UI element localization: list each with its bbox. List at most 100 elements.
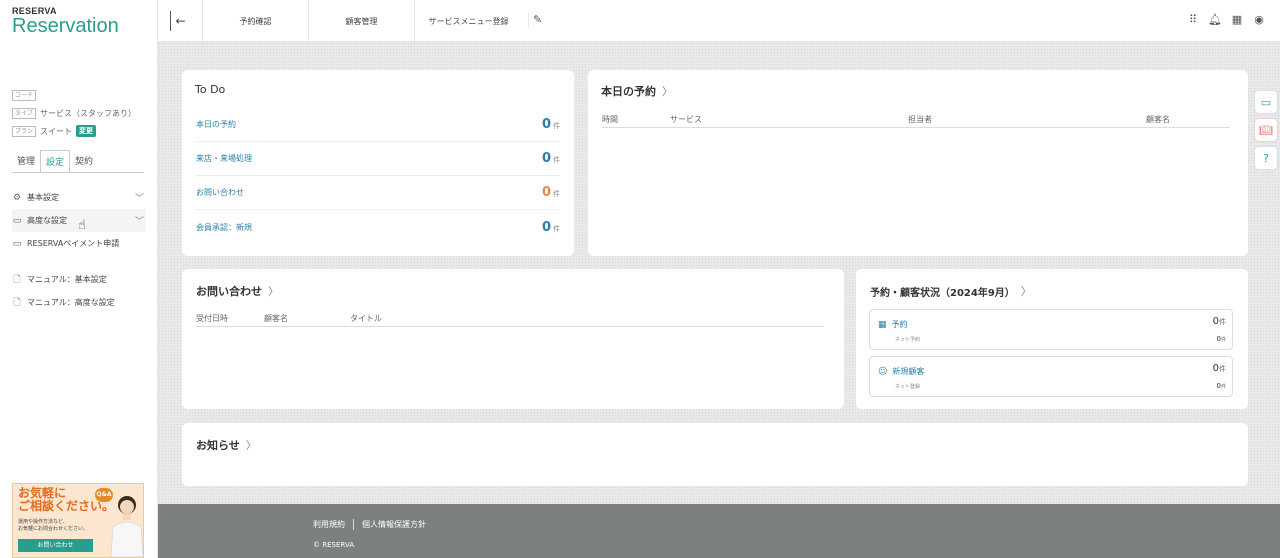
status-box-reservations[interactable]: ▦ 予約 ネット予約 0件 0件 [869,309,1233,350]
terms-link[interactable]: 利用規約 [313,519,345,530]
todo-row-today[interactable]: 本日の予約 0件 [196,108,560,142]
contact-button[interactable]: お問い合わせ [18,539,93,552]
nav-customers[interactable]: 顧客管理 [308,0,414,42]
sidebar-item-label: RESERVAペイメント申請 [27,239,120,248]
status-title-text: 予約・顧客状況（2024年9月） [870,287,1015,299]
copyright: © RESERVA [313,541,354,549]
col-title: タイトル [350,314,382,323]
status-value: 0件 [1212,316,1226,327]
gear-icon: ⚙ [12,192,22,203]
chevron-down-icon: ﹀ [134,217,144,227]
edit-icon[interactable]: ✎ [528,13,542,27]
footer: 利用規約 個人情報保護方針 © RESERVA [158,504,1280,558]
manual-menu: 🗋 マニュアル：基本設定 🗋 マニュアル：高度な設定 [12,268,146,314]
grid-icon[interactable]: ⠿ [1182,13,1204,26]
nav-service-menu[interactable]: サービスメニュー登録 [414,0,522,42]
topbar: ← 予約確認 顧客管理 サービスメニュー登録 ✎ ⠿ 🔔︎ ▦ ◉ [158,0,1280,42]
status-box-new-customers[interactable]: ☺ 新規顧客 ネット登録 0件 0件 [869,356,1233,397]
today-reservations-card: 本日の予約 〉 時間 サービス 担当者 顧客名 [588,70,1248,256]
inquiries-title[interactable]: お問い合わせ 〉 [196,283,279,299]
today-title[interactable]: 本日の予約 〉 [601,83,673,99]
banner-desc2: お気軽にお問合わせください。 [18,526,89,532]
sidebar-item-label: マニュアル：高度な設定 [27,298,115,307]
collapse-sidebar-button[interactable]: ← [170,11,190,31]
tab-contract[interactable]: 契約 [70,150,98,172]
building-icon[interactable]: ▦ [1226,13,1248,26]
brand-big: Reservation [12,15,119,37]
todo-label: 会員承認：新規 [196,222,252,232]
help-icon[interactable]: ? [1254,146,1278,170]
status-label: ☺ 新規顧客 [878,366,925,377]
card-icon: ▭ [12,238,22,249]
sidebar-item-manual-advanced[interactable]: 🗋 マニュアル：高度な設定 [12,291,146,314]
sidebar: RESERVA Reservation コード タイプ サービス（スタッフあり）… [0,0,158,558]
brand-logo[interactable]: RESERVA Reservation [12,6,119,36]
chevron-down-icon: ﹀ [134,194,144,204]
arrow-left-icon: ← [175,14,186,28]
status-sub-label: ネット予約 [895,337,921,343]
plan-tag: プラン [12,125,37,137]
news-title-text: お知らせ [196,439,240,452]
status-sub-value: 0件 [1216,335,1226,343]
bell-icon[interactable]: 🔔︎ [1204,13,1226,26]
support-banner[interactable]: お気軽に ご相談ください。 Q&A 運用や操作方法など、 お気軽にお問合わせくだ… [12,483,144,558]
type-tag: タイプ [12,107,37,119]
todo-row-visit[interactable]: 来店・来場処理 0件 [196,142,560,176]
chevron-right-icon: 〉 [1020,285,1032,298]
keyboard-icon: ▭ [12,215,22,226]
col-service: サービス [670,115,702,124]
user-icon[interactable]: ◉ [1248,13,1270,26]
sidebar-item-label: マニュアル：基本設定 [27,275,107,284]
document-icon: 🗋 [13,274,21,285]
todo-value: 0件 [541,117,560,132]
sidebar-item-basic-settings[interactable]: ⚙ 基本設定 ﹀ [12,186,146,209]
inquiries-title-text: お問い合わせ [196,285,262,298]
status-sub-value: 0件 [1216,382,1226,390]
privacy-link[interactable]: 個人情報保護方針 [353,519,426,530]
account-type-row: タイプ サービス（スタッフあり） [12,104,136,122]
todo-title: To Do [195,83,226,96]
chevron-right-icon: 〉 [245,439,257,452]
status-label: ▦ 予約 [878,319,908,330]
todo-row-inquiry[interactable]: お問い合わせ 0件 [196,176,560,210]
col-received: 受付日時 [196,314,228,323]
book-icon[interactable]: 📖︎ [1254,118,1278,142]
tab-manage[interactable]: 管理 [12,150,40,172]
nav-reservations[interactable]: 予約確認 [202,0,308,42]
todo-value: 0件 [541,219,560,235]
tab-settings[interactable]: 設定 [40,150,71,172]
sidebar-item-label: 高度な設定 [27,216,67,225]
sidebar-item-manual-basic[interactable]: 🗋 マニュアル：基本設定 [12,268,146,291]
todo-value: 0件 [541,151,560,166]
account-plan-row: プラン スイート 変更 [12,122,136,140]
plan-change-button[interactable]: 変更 [76,125,97,137]
inquiries-table-header: 受付日時 顧客名 タイトル [196,309,824,327]
top-icons: ⠿ 🔔︎ ▦ ◉ [1182,13,1270,26]
todo-row-member[interactable]: 会員承認：新規 0件 [196,210,560,244]
news-title[interactable]: お知らせ 〉 [196,437,257,453]
banner-description: 運用や操作方法など、 お気軽にお問合わせください。 [18,519,88,533]
footer-links: 利用規約 個人情報保護方針 [313,519,426,530]
hand-cursor-icon: ☝ [78,218,86,233]
banner-desc1: 運用や操作方法など、 [18,519,68,525]
chevron-right-icon: 〉 [268,285,279,298]
floating-side-icons: ▭ 📖︎ ? [1254,90,1280,174]
news-card: お知らせ 〉 [182,423,1248,486]
sidebar-item-label: 基本設定 [27,193,59,202]
todo-value: 0件 [541,185,560,200]
window-icon[interactable]: ▭ [1254,90,1278,114]
users-icon: ☺ [878,366,888,377]
banner-line2: ご相談ください。 [18,499,115,513]
account-info: コード タイプ サービス（スタッフあり） プラン スイート 変更 [12,86,136,140]
sidebar-item-payment[interactable]: ▭ RESERVAペイメント申請 [12,232,146,255]
top-nav: 予約確認 顧客管理 サービスメニュー登録 [202,0,522,42]
tabs-divider [12,172,144,173]
plan-value: スイート [40,126,73,136]
sidebar-tabs: 管理 設定 契約 [12,150,98,172]
col-customer: 顧客名 [264,314,288,323]
col-customer: 顧客名 [1146,115,1170,124]
support-person-icon [110,496,143,557]
col-staff: 担当者 [908,115,932,124]
col-time: 時間 [602,115,618,124]
status-title[interactable]: 予約・顧客状況（2024年9月） 〉 [870,283,1032,299]
